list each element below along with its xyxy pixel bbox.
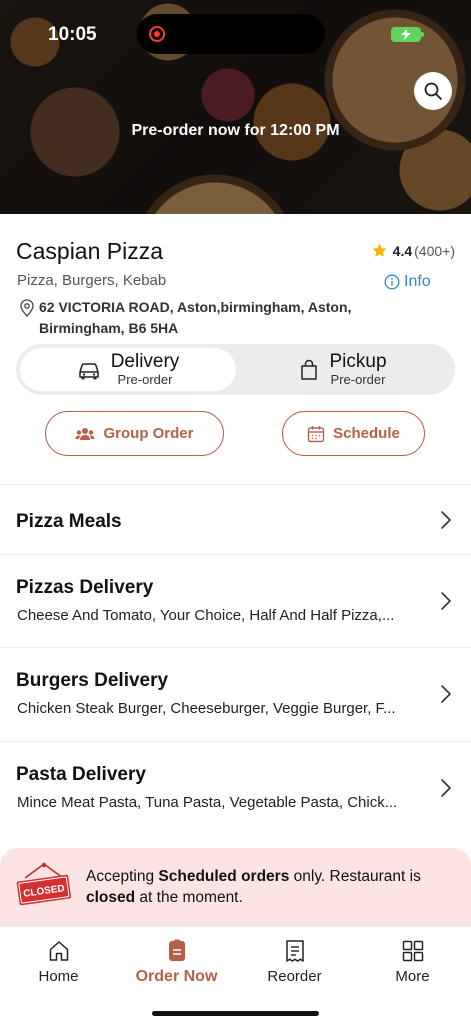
battery-icon — [391, 27, 424, 42]
category-desc: Chicken Steak Burger, Cheeseburger, Vegg… — [17, 700, 396, 717]
nav-more[interactable]: More — [354, 939, 471, 985]
pickup-option[interactable]: Pickup Pre-order — [235, 348, 451, 391]
delivery-sub: Pre-order — [117, 372, 173, 387]
star-icon — [372, 243, 387, 257]
order-icon — [168, 939, 185, 961]
info-icon — [384, 274, 400, 290]
category-desc: Cheese And Tomato, Your Choice, Half And… — [17, 607, 395, 624]
category-row[interactable]: Burgers Delivery Chicken Steak Burger, C… — [0, 648, 471, 741]
category-row[interactable]: Pizzas Delivery Cheese And Tomato, Your … — [0, 555, 471, 647]
nav-reorder[interactable]: Reorder — [236, 939, 353, 985]
category-title: Pasta Delivery — [16, 764, 146, 785]
home-indicator — [152, 1011, 319, 1016]
rating-count: (400+) — [414, 242, 455, 259]
pickup-label: Pickup — [329, 351, 387, 372]
grid-icon — [402, 940, 423, 962]
search-button[interactable] — [414, 72, 452, 110]
car-icon — [78, 362, 99, 379]
nav-order-now-label: Order Now — [135, 968, 218, 985]
group-order-label: Group Order — [103, 425, 194, 442]
calendar-icon — [307, 425, 325, 442]
delivery-label: Delivery — [110, 351, 180, 372]
group-icon — [75, 427, 95, 440]
chevron-right-icon — [441, 511, 451, 529]
category-title: Burgers Delivery — [16, 670, 169, 691]
info-link[interactable]: Info — [384, 273, 431, 291]
group-order-button[interactable]: Group Order — [45, 411, 224, 456]
status-bar: 10:05 — [0, 0, 471, 60]
bottom-nav: Home Order Now Reorder More — [0, 926, 471, 1024]
closed-message: Accepting Scheduled orders only. Restaur… — [86, 868, 421, 906]
category-row[interactable]: Pizza Meals — [0, 485, 471, 554]
order-mode-toggle: Delivery Pre-order Pickup Pre-order — [16, 344, 455, 395]
nav-order-now[interactable]: Order Now — [118, 939, 235, 986]
delivery-option[interactable]: Delivery Pre-order — [20, 348, 236, 391]
nav-home[interactable]: Home — [0, 939, 117, 985]
address-text: 62 VICTORIA ROAD, Aston,birmingham, Asto… — [39, 299, 352, 336]
address: 62 VICTORIA ROAD, Aston,birmingham, Asto… — [18, 297, 378, 339]
rating: 4.4 (400+) — [371, 242, 455, 259]
search-icon — [424, 82, 442, 100]
schedule-button[interactable]: Schedule — [282, 411, 425, 456]
chevron-right-icon — [441, 592, 451, 610]
pickup-sub: Pre-order — [330, 372, 386, 387]
receipt-icon — [285, 940, 304, 962]
closed-banner: CLOSED Accepting Scheduled orders only. … — [0, 848, 471, 926]
info-label: Info — [404, 273, 431, 290]
category-desc: Mince Meat Pasta, Tuna Pasta, Vegetable … — [17, 794, 398, 811]
hero-banner: 10:05 Pre-order now for 12:00 PM — [0, 0, 471, 214]
nav-reorder-label: Reorder — [267, 968, 322, 985]
location-pin-icon — [20, 299, 34, 317]
recording-indicator-icon — [149, 26, 165, 42]
shopping-bag-icon — [301, 359, 318, 380]
status-time: 10:05 — [48, 24, 97, 45]
schedule-label: Schedule — [333, 425, 400, 442]
rating-score: 4.4 — [392, 242, 413, 259]
preorder-notice: Pre-order now for 12:00 PM — [131, 122, 340, 139]
closed-sign-icon: CLOSED — [16, 862, 72, 906]
chevron-right-icon — [441, 779, 451, 797]
home-icon — [49, 941, 68, 961]
category-title: Pizza Meals — [16, 511, 122, 532]
category-title: Pizzas Delivery — [16, 577, 154, 598]
dynamic-island — [137, 14, 325, 54]
chevron-right-icon — [441, 685, 451, 703]
cuisines: Pizza, Burgers, Kebab — [17, 272, 167, 289]
category-row[interactable]: Pasta Delivery Mince Meat Pasta, Tuna Pa… — [0, 742, 471, 834]
nav-home-label: Home — [38, 968, 79, 985]
restaurant-name: Caspian Pizza — [16, 238, 164, 264]
nav-more-label: More — [395, 968, 430, 985]
